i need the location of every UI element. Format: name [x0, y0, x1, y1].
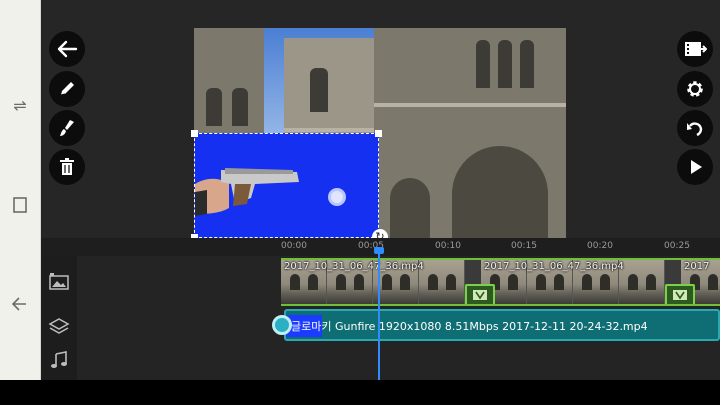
editor-area: ↻ 00:00 00:05 00:10 00:15 00:20 00:25 20…: [41, 0, 720, 380]
back-arrow-icon: [55, 37, 79, 61]
layers-icon[interactable]: [47, 314, 71, 338]
bottom-black-strip: [0, 380, 720, 405]
track-type-panel: [41, 256, 77, 380]
transition-icon[interactable]: [665, 284, 695, 304]
preview-window: [310, 68, 328, 112]
edit-button[interactable]: [49, 71, 85, 107]
gun-hand-icon: [195, 168, 346, 216]
preview-ledge: [284, 128, 374, 132]
ruler-tick: 00:20: [587, 241, 613, 251]
preview-window: [520, 40, 534, 88]
preview-window: [498, 40, 512, 88]
ruler-tick: 00:00: [281, 241, 307, 251]
recent-apps-icon[interactable]: ⇌: [9, 95, 31, 117]
export-button[interactable]: [677, 31, 713, 67]
layer-clip-label: 글로마키 Gunfire 1920x1080 8.51Mbps 2017-12-…: [291, 320, 648, 333]
delete-button[interactable]: [49, 149, 85, 185]
brush-icon: [56, 117, 78, 139]
playhead[interactable]: [378, 252, 380, 380]
preview-ledge: [374, 103, 566, 107]
preview-window: [476, 40, 490, 88]
ruler-tick: 00:15: [511, 241, 537, 251]
clip-filename: 2017_10_31_06_47_36.mp4: [484, 261, 624, 272]
layer-trim-handle[interactable]: [272, 315, 292, 335]
transition-icon[interactable]: [465, 284, 495, 304]
gear-icon: [684, 78, 706, 100]
ruler-tick: 00:25: [664, 241, 690, 251]
resize-handle[interactable]: [191, 130, 198, 137]
export-film-icon: [683, 38, 707, 60]
back-button[interactable]: [49, 31, 85, 67]
undo-icon: [684, 117, 706, 139]
clip-filename: 2017: [684, 261, 710, 272]
system-navigation-bar: ⇌: [0, 0, 41, 380]
playhead-handle[interactable]: [374, 247, 384, 254]
brush-button[interactable]: [49, 110, 85, 146]
home-icon[interactable]: [9, 194, 31, 216]
video-clip-track[interactable]: 2017_10_31_06_47_36.mp4 2017_10_31_06_47…: [281, 258, 720, 306]
clip-filename: 2017_10_31_06_47_36.mp4: [284, 261, 424, 272]
preview-arch: [452, 146, 548, 238]
preview-arch: [390, 178, 430, 238]
play-icon: [685, 157, 705, 177]
ruler-tick: 00:10: [435, 241, 461, 251]
back-icon[interactable]: [9, 293, 31, 315]
play-button[interactable]: [677, 149, 713, 185]
preview-window: [232, 88, 248, 126]
media-icon[interactable]: [47, 270, 71, 294]
settings-button[interactable]: [677, 71, 713, 107]
pencil-icon: [56, 78, 78, 100]
clip-thumbnail: [619, 260, 665, 304]
clip-thumbnail: [419, 260, 465, 304]
trash-icon: [57, 157, 77, 177]
music-note-icon[interactable]: [47, 348, 71, 372]
preview-window: [206, 88, 222, 126]
undo-button[interactable]: [677, 110, 713, 146]
overlay-layer[interactable]: [194, 133, 379, 238]
resize-handle[interactable]: [375, 130, 382, 137]
